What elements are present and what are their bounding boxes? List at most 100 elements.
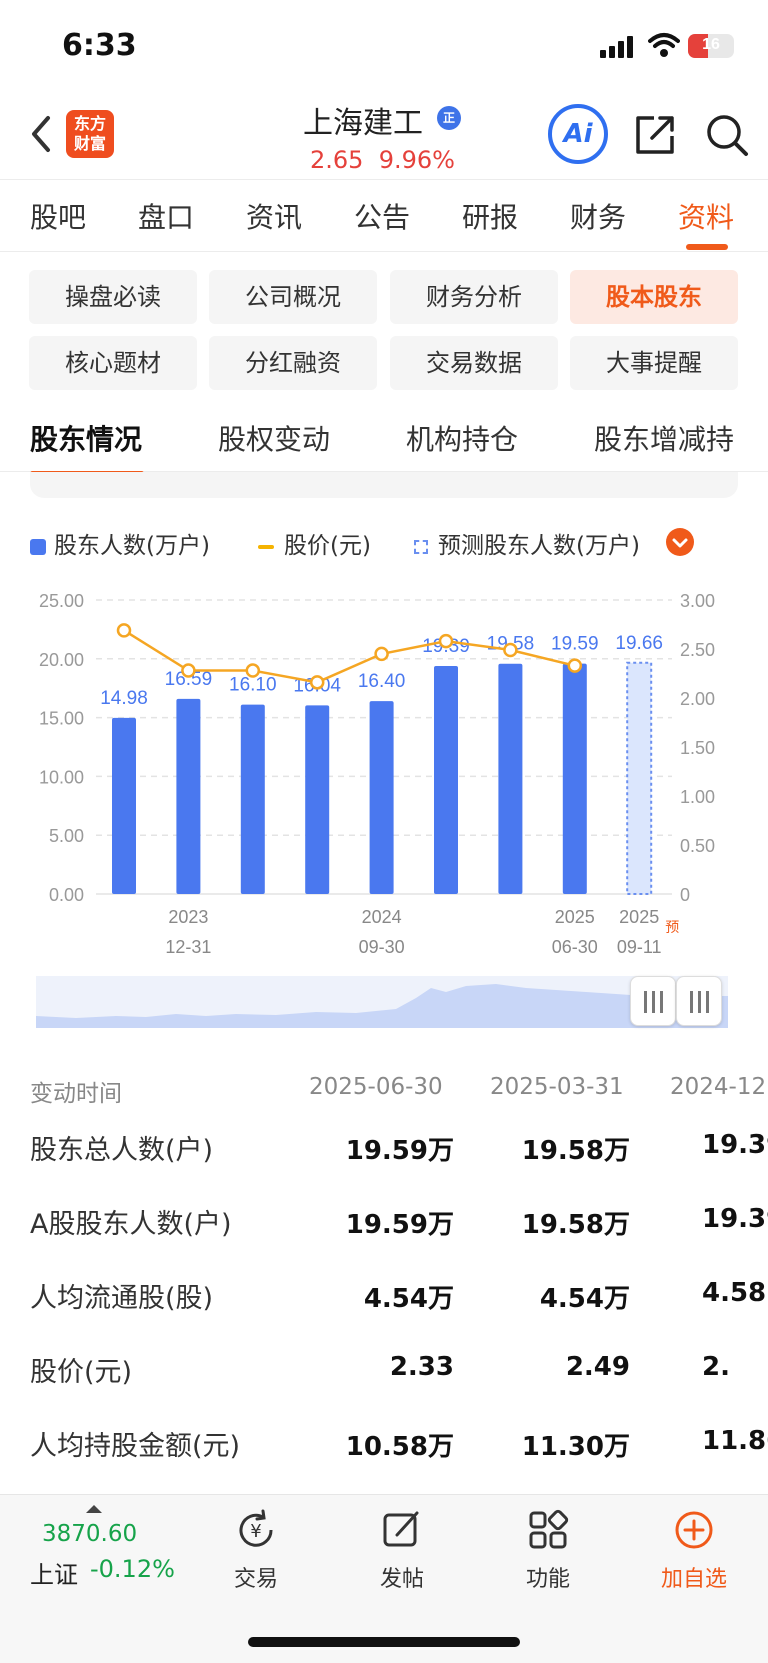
right-axis-tick: 2.00	[680, 689, 715, 709]
table-cell: 11.86	[702, 1426, 768, 1456]
price-point	[374, 646, 389, 662]
status-bar: 6:33 16	[0, 0, 768, 90]
nav-functions[interactable]: 功能	[503, 1507, 593, 1593]
grid-button[interactable]: 交易数据	[390, 336, 558, 390]
edit-icon	[383, 1511, 419, 1547]
stock-name: 上海建工	[303, 106, 423, 141]
subtab-shareholders[interactable]: 股东情况	[30, 418, 144, 476]
grid-button[interactable]: 分红融资	[209, 336, 377, 390]
grid-button-active[interactable]: 股本股东	[570, 270, 738, 324]
bottom-bar: 3870.60 上证 -0.12% ¥ 交易 发帖 功能 加自选	[0, 1494, 768, 1663]
subtab-equity-change[interactable]: 股权变动	[218, 418, 330, 458]
tab-research[interactable]: 研报	[462, 196, 518, 236]
nav-post[interactable]: 发帖	[357, 1507, 447, 1593]
range-handle-left[interactable]	[630, 976, 676, 1026]
table-cell: 4.54万	[363, 1284, 454, 1314]
search-icon[interactable]	[704, 112, 750, 158]
subtab-holding-change[interactable]: 股东增减持	[594, 418, 734, 458]
price-point	[116, 623, 132, 638]
bar	[369, 701, 394, 894]
grid-button[interactable]: 大事提醒	[570, 336, 738, 390]
clock: 6:33	[62, 28, 137, 63]
battery-icon: 16	[688, 34, 734, 58]
tab-pankou[interactable]: 盘口	[138, 196, 194, 236]
price-point	[438, 633, 454, 649]
bar	[434, 665, 458, 894]
tab-guba[interactable]: 股吧	[30, 196, 86, 236]
table-header-date: 2025-06-30	[309, 1074, 443, 1100]
forecast-bar	[626, 661, 653, 895]
grid-button[interactable]: 操盘必读	[29, 270, 197, 324]
expand-caret-icon[interactable]	[86, 1505, 102, 1513]
right-axis-tick: 2.50	[680, 640, 715, 660]
grid-button[interactable]: 核心题材	[29, 336, 197, 390]
nav-trade[interactable]: ¥ 交易	[211, 1507, 301, 1593]
app-logo[interactable]: 东方 财富	[66, 110, 114, 158]
row-label: A股股东人数(户)	[30, 1209, 232, 1240]
table-cell: 4.58	[702, 1278, 767, 1308]
right-axis-tick: 1.50	[680, 738, 715, 758]
cellular-signal-icon	[600, 36, 633, 58]
bar	[240, 704, 265, 894]
share-icon[interactable]	[632, 112, 678, 158]
index-name[interactable]: 上证	[30, 1555, 78, 1590]
shareholder-chart: 25.00 20.00 15.00 10.00 5.00 0.00 3.00 2.50 2.00…	[39, 591, 715, 957]
row-label: 股价(元)	[30, 1357, 133, 1388]
right-axis-tick: 3.00	[680, 591, 715, 611]
bar-swatch-icon	[30, 538, 46, 555]
add-circle-icon	[675, 1511, 713, 1549]
stock-price: 2.65	[310, 146, 364, 174]
bar-data-label: 19.59	[551, 634, 599, 655]
index-change[interactable]: -0.12%	[90, 1555, 175, 1583]
dashed-swatch-icon	[414, 539, 428, 554]
back-arrow-icon[interactable]	[26, 112, 56, 156]
row-label: 人均流通股(股)	[30, 1283, 214, 1314]
nav-add-watchlist[interactable]: 加自选	[649, 1507, 739, 1593]
price-point	[309, 675, 325, 690]
tab-news[interactable]: 资讯	[246, 196, 302, 236]
legend-price[interactable]: 股价(元)	[258, 526, 371, 560]
bar-data-label: 16.40	[358, 671, 406, 692]
bar	[305, 705, 330, 894]
left-axis-tick: 10.00	[39, 767, 84, 787]
ai-assistant-button[interactable]: Ai	[548, 104, 608, 164]
bar	[498, 663, 523, 894]
home-indicator	[248, 1637, 520, 1647]
range-handle-right[interactable]	[676, 976, 722, 1026]
subtab-institutions[interactable]: 机构持仓	[406, 418, 518, 458]
right-axis-tick: 1.00	[680, 787, 715, 807]
wifi-icon	[648, 33, 680, 57]
legend-forecast[interactable]: 预测股东人数(万户)	[414, 526, 640, 560]
table-cell: 4.54万	[539, 1284, 630, 1314]
tab-profile[interactable]: 资料	[678, 196, 734, 250]
right-axis-tick: 0	[680, 885, 690, 905]
x-axis-label: 2023	[168, 907, 208, 927]
price-point	[503, 642, 518, 658]
range-overview-chart[interactable]	[36, 976, 728, 1028]
grid-button[interactable]: 财务分析	[390, 270, 558, 324]
table-cell: 2.	[702, 1352, 730, 1382]
tab-finance[interactable]: 财务	[570, 196, 626, 236]
stock-quote: 2.65 9.96%	[310, 146, 455, 174]
trade-icon: ¥	[239, 1509, 273, 1547]
left-axis-tick: 25.00	[39, 591, 84, 611]
index-value[interactable]: 3870.60	[42, 1521, 137, 1547]
legend-holders[interactable]: 股东人数(万户)	[30, 526, 210, 560]
table-header-label: 变动时间	[30, 1081, 122, 1107]
grid-button[interactable]: 公司概况	[209, 270, 377, 324]
table-cell: 19.59万	[345, 1136, 454, 1166]
chart-legend: 股东人数(万户) 股价(元) 预测股东人数(万户)	[30, 526, 730, 562]
table-header-date: 2025-03-31	[490, 1074, 624, 1100]
checkmark-icon[interactable]	[666, 528, 694, 556]
x-axis-label: 09-11	[617, 937, 662, 957]
table-cell: 19.58万	[521, 1136, 630, 1166]
x-axis-label: 2025	[619, 907, 659, 927]
table-cell: 19.58万	[521, 1210, 630, 1240]
table-header-date: 2024-12	[670, 1074, 767, 1100]
table-cell: 2.33	[389, 1352, 454, 1382]
x-axis-label: 2024	[362, 907, 402, 927]
row-label: 人均持股金额(元)	[30, 1431, 241, 1462]
stock-header: 东方 财富 上海建工 正 2.65 9.96% Ai	[0, 90, 768, 180]
tab-announcements[interactable]: 公告	[354, 196, 410, 236]
x-axis-label: 09-30	[359, 937, 405, 957]
